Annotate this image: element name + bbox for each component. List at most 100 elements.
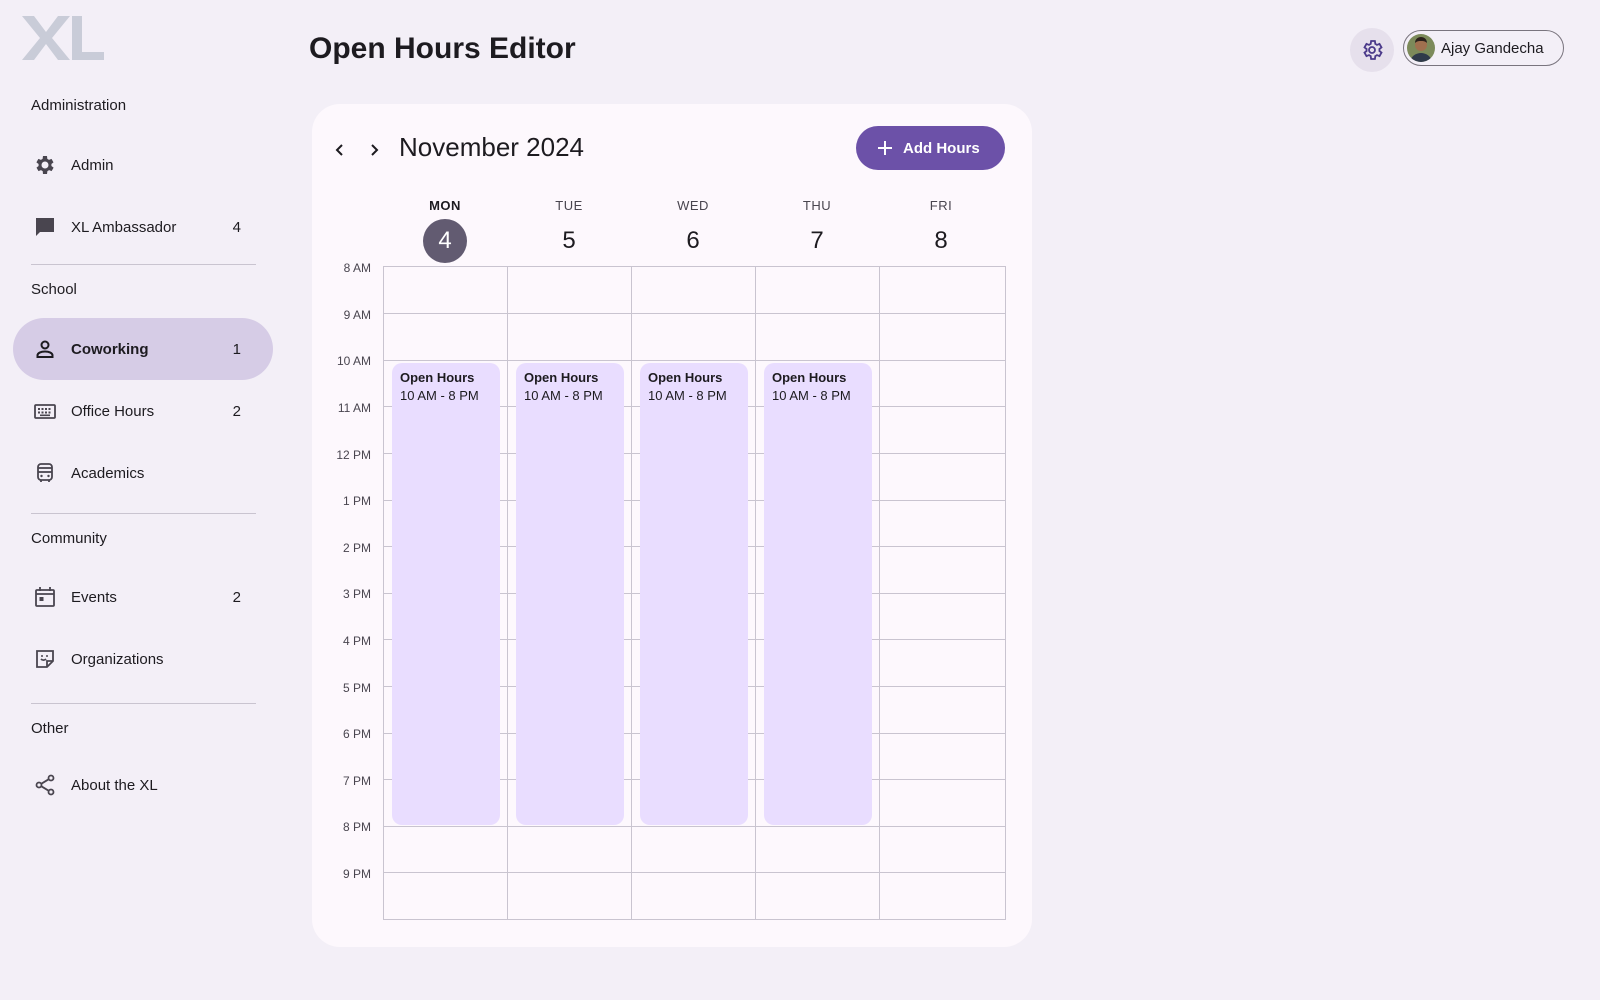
time-label: 7 PM <box>342 774 371 788</box>
divider <box>31 513 256 514</box>
time-grid[interactable]: Open Hours 10 AM - 8 PM Open Hours 10 AM… <box>383 266 1006 920</box>
sidebar-item-label: Admin <box>71 156 114 174</box>
gear-icon <box>1363 40 1383 60</box>
time-label: 4 PM <box>342 634 371 648</box>
sidebar-item-admin[interactable]: Admin <box>13 134 273 196</box>
event-title: Open Hours <box>648 370 723 385</box>
event-block-thu[interactable]: Open Hours 10 AM - 8 PM <box>764 363 872 825</box>
add-hours-button[interactable]: Add Hours <box>856 126 1005 170</box>
day-of-week: FRI <box>929 198 953 213</box>
chevron-right-icon <box>371 144 379 156</box>
time-label: 5 PM <box>342 681 371 695</box>
time-label: 9 PM <box>342 867 371 881</box>
time-label: 6 PM <box>342 727 371 741</box>
gear-icon <box>36 156 54 174</box>
time-label: 2 PM <box>342 541 371 555</box>
day-number: 4 <box>423 219 467 263</box>
sticky-note-icon <box>36 650 54 668</box>
time-label: 8 PM <box>342 820 371 834</box>
sidebar-item-organizations[interactable]: Organizations <box>13 628 273 690</box>
count-badge: 2 <box>232 588 241 606</box>
bus-icon <box>37 463 53 482</box>
divider <box>31 703 256 704</box>
settings-button[interactable] <box>1350 28 1394 72</box>
day-of-week: WED <box>677 198 709 213</box>
section-label-school: School <box>31 281 77 298</box>
grid-line <box>879 267 880 919</box>
section-label-other: Other <box>31 720 69 737</box>
chevron-left-icon <box>335 144 343 156</box>
day-number: 8 <box>934 227 948 254</box>
page-title: Open Hours Editor <box>309 32 576 65</box>
previous-week-button[interactable] <box>328 138 352 162</box>
grid-line <box>384 872 1005 873</box>
day-of-week: TUE <box>555 198 583 213</box>
time-label: 11 AM <box>337 401 371 415</box>
sidebar-item-xl-ambassador[interactable]: XL Ambassador 4 <box>13 196 273 258</box>
time-label: 8 AM <box>343 261 371 275</box>
day-number: 6 <box>686 227 700 254</box>
count-badge: 1 <box>232 340 241 358</box>
time-label: 3 PM <box>342 587 371 601</box>
event-block-mon[interactable]: Open Hours 10 AM - 8 PM <box>392 363 500 825</box>
next-week-button[interactable] <box>362 138 386 162</box>
section-label-administration: Administration <box>31 97 127 114</box>
chat-icon <box>36 218 54 236</box>
sidebar-item-label: Academics <box>71 464 145 482</box>
sidebar-item-label: Organizations <box>71 650 164 668</box>
day-number: 7 <box>810 227 824 254</box>
keyboard-icon <box>34 404 56 419</box>
day-header-fri[interactable]: FRI 8 <box>879 198 1003 263</box>
xl-logo <box>22 16 104 60</box>
person-icon <box>36 340 54 358</box>
count-badge: 2 <box>232 402 241 420</box>
sidebar-item-academics[interactable]: Academics <box>13 442 273 504</box>
day-header-thu[interactable]: THU 7 <box>755 198 879 263</box>
event-time: 10 AM - 8 PM <box>524 388 603 403</box>
sidebar-item-label: Coworking <box>71 340 149 358</box>
plus-icon <box>878 141 892 155</box>
count-badge: 4 <box>232 218 241 236</box>
day-of-week: THU <box>802 198 832 213</box>
grid-line <box>384 360 1005 361</box>
sidebar-item-label: Events <box>71 588 117 606</box>
day-number: 5 <box>562 227 576 254</box>
month-title: November 2024 <box>399 132 584 162</box>
grid-line <box>384 313 1005 314</box>
sidebar-item-coworking[interactable]: Coworking 1 <box>13 318 273 380</box>
sidebar-item-office-hours[interactable]: Office Hours 2 <box>13 380 273 442</box>
grid-line <box>384 826 1005 827</box>
time-label: 1 PM <box>342 494 371 508</box>
calendar-icon <box>35 587 55 607</box>
time-label: 10 AM <box>336 354 371 368</box>
divider <box>31 264 256 265</box>
time-label: 9 AM <box>343 308 371 322</box>
sidebar-item-label: About the XL <box>71 776 158 794</box>
user-profile-chip[interactable]: Ajay Gandecha <box>1403 30 1564 66</box>
grid-line <box>507 267 508 919</box>
day-of-week: MON <box>429 198 461 213</box>
event-block-tue[interactable]: Open Hours 10 AM - 8 PM <box>516 363 624 825</box>
user-name: Ajay Gandecha <box>1441 39 1544 57</box>
add-hours-label: Add Hours <box>903 139 980 157</box>
event-time: 10 AM - 8 PM <box>400 388 479 403</box>
sidebar-item-events[interactable]: Events 2 <box>13 566 273 628</box>
day-header-tue[interactable]: TUE 5 <box>507 198 631 263</box>
grid-line <box>631 267 632 919</box>
calendar-card: November 2024 Add Hours MON 4 TUE 5 WED … <box>312 104 1032 947</box>
event-title: Open Hours <box>524 370 599 385</box>
event-title: Open Hours <box>772 370 847 385</box>
event-block-wed[interactable]: Open Hours 10 AM - 8 PM <box>640 363 748 825</box>
sidebar-item-label: Office Hours <box>71 402 155 420</box>
event-time: 10 AM - 8 PM <box>648 388 727 403</box>
day-header-mon[interactable]: MON 4 <box>383 198 507 263</box>
sidebar-item-about[interactable]: About the XL <box>13 754 273 816</box>
sidebar-item-label: XL Ambassador <box>71 218 177 236</box>
section-label-community: Community <box>31 530 107 547</box>
grid-line <box>755 267 756 919</box>
event-title: Open Hours <box>400 370 475 385</box>
share-icon <box>35 774 55 796</box>
day-header-wed[interactable]: WED 6 <box>631 198 755 263</box>
time-label: 12 PM <box>336 448 371 462</box>
avatar <box>1407 34 1435 62</box>
